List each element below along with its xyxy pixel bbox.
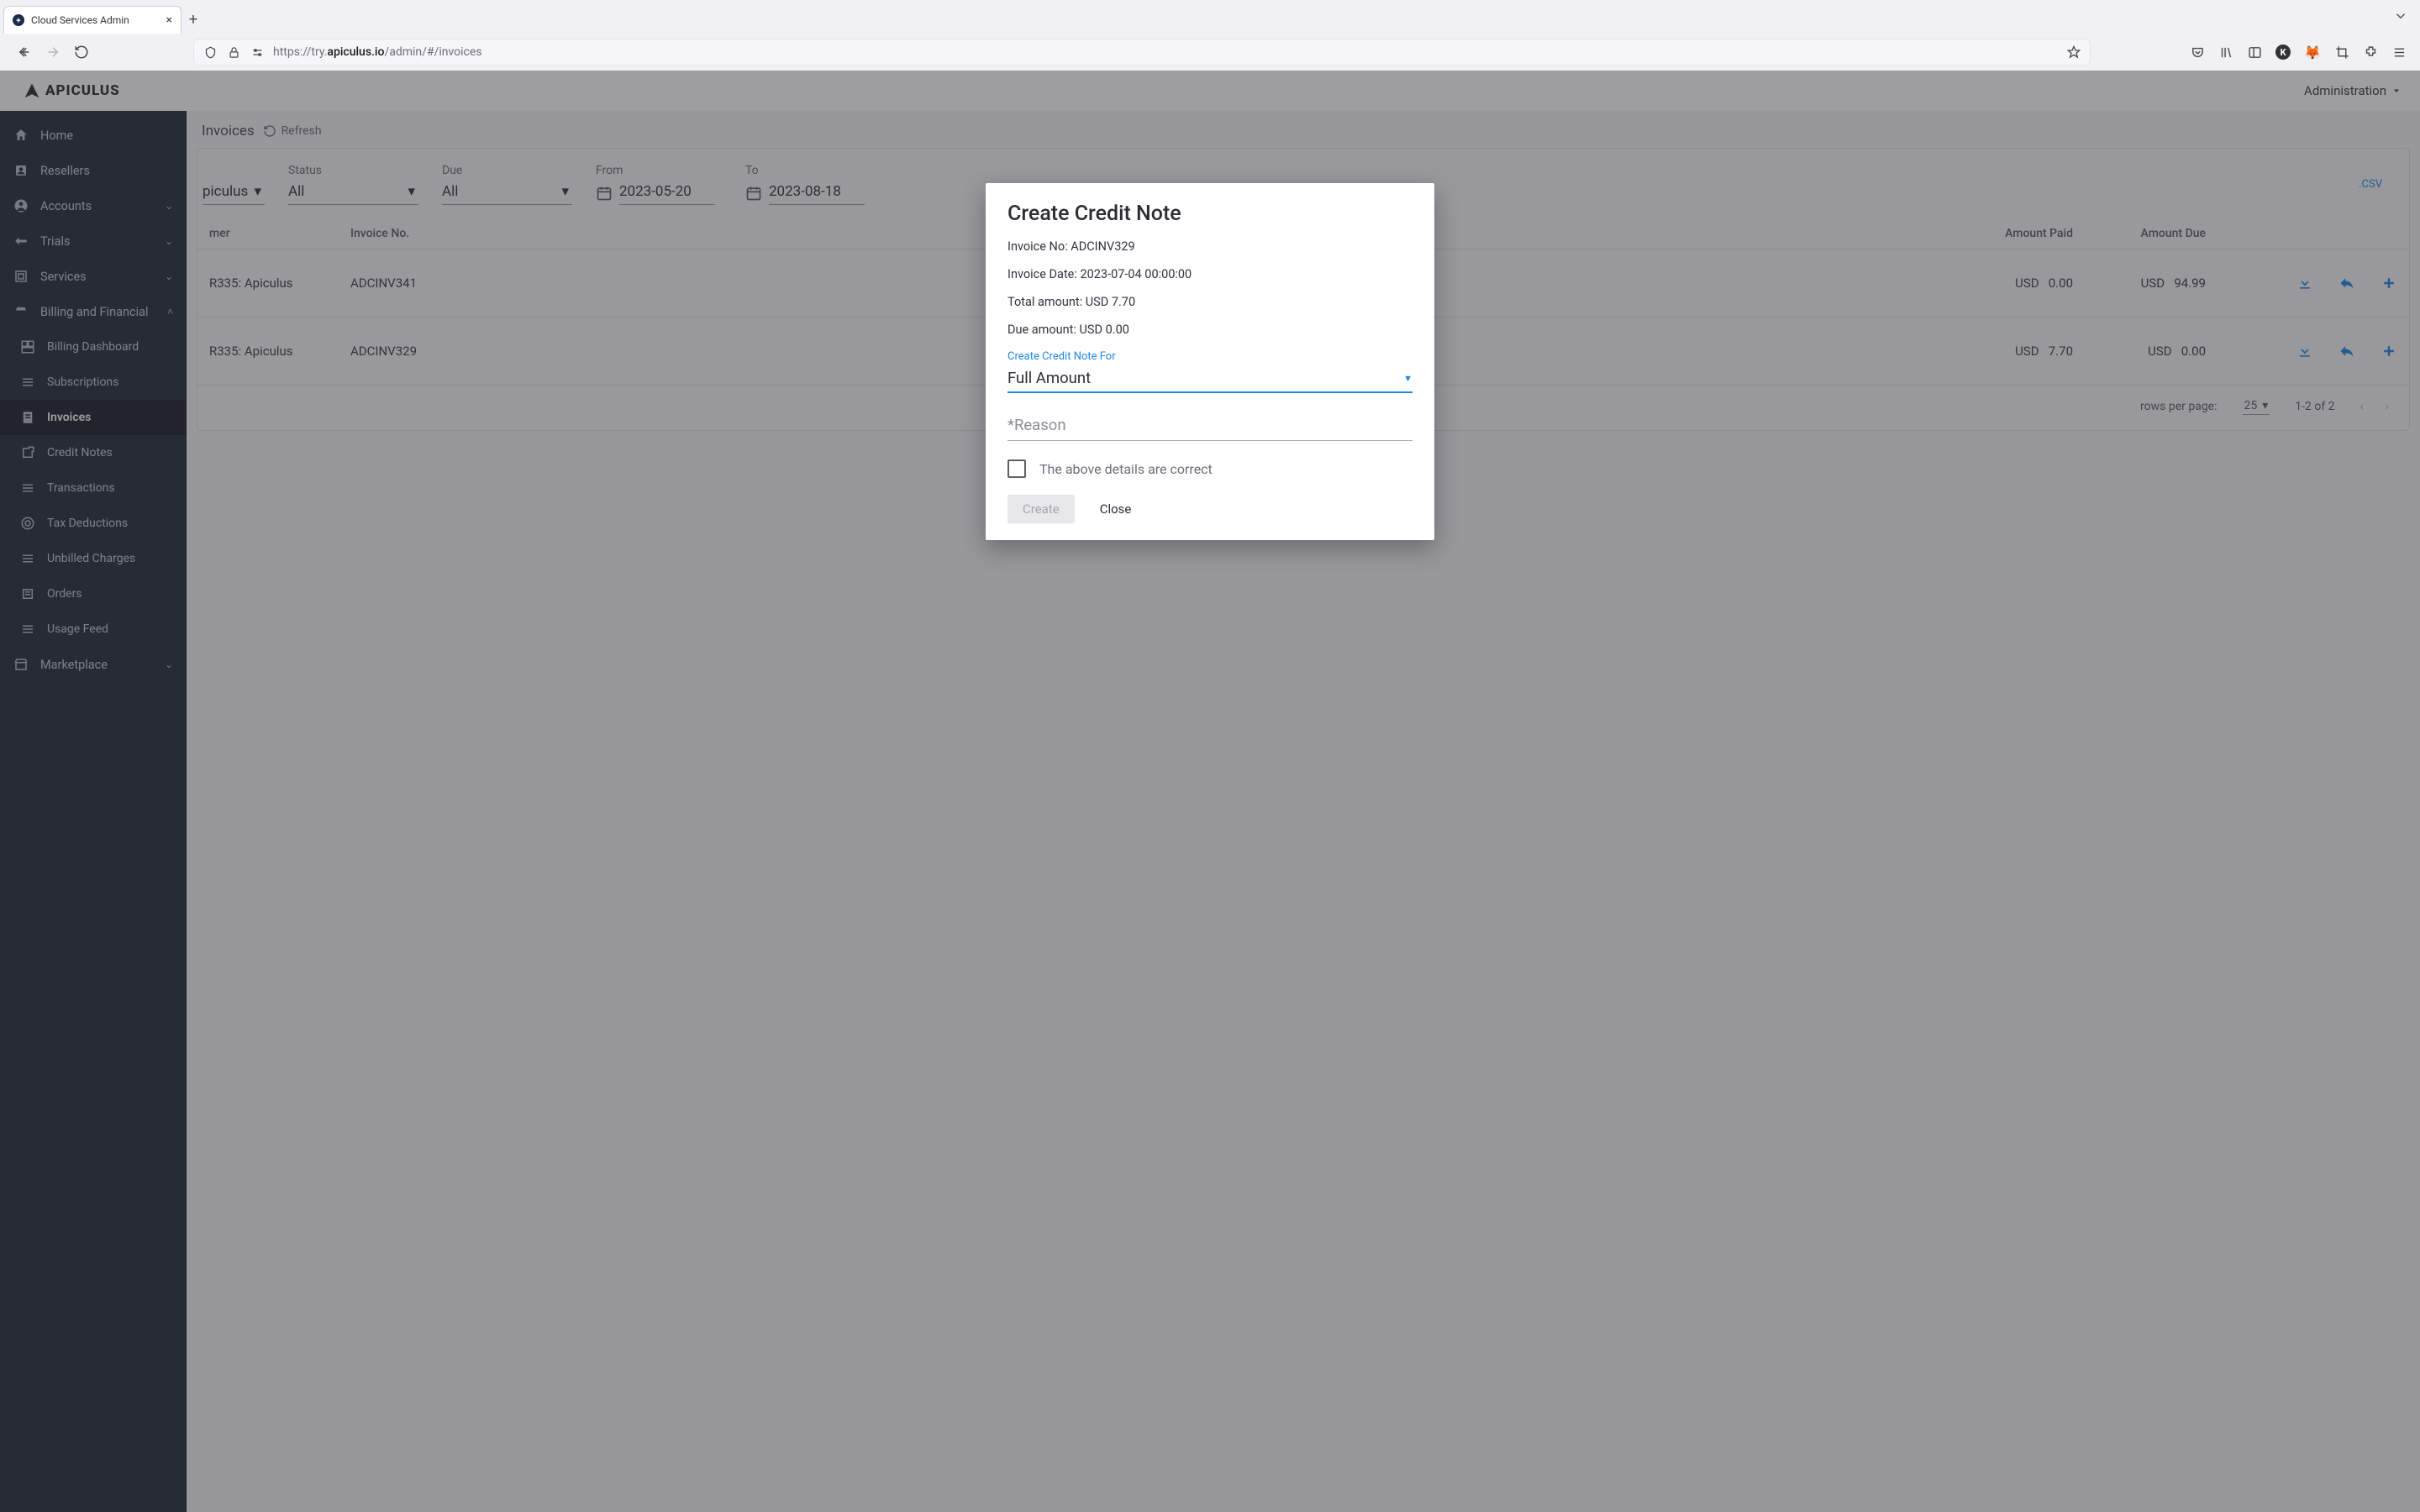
pocket-icon[interactable] — [2190, 45, 2205, 60]
nav-reload-icon[interactable] — [74, 45, 89, 60]
reason-placeholder: *Reason — [1007, 416, 1066, 434]
tabs-dropdown-icon[interactable] — [2393, 8, 2408, 24]
extension-crop-icon[interactable] — [2334, 45, 2349, 60]
tab-favicon-icon: ✦ — [13, 14, 24, 26]
create-credit-note-modal: Create Credit Note Invoice No: ADCINV329… — [986, 183, 1434, 540]
bookmark-icon[interactable] — [2066, 45, 2081, 60]
tab-title: Cloud Services Admin — [31, 14, 129, 26]
modal-due-amount: Due amount: USD 0.00 — [1007, 323, 1413, 337]
close-tab-icon[interactable]: × — [166, 14, 172, 26]
new-tab-button[interactable]: + — [182, 11, 205, 34]
lock-icon[interactable] — [226, 45, 241, 60]
create-button: Create — [1007, 495, 1075, 523]
extensions-icon[interactable] — [2363, 45, 2378, 60]
credit-note-for-value: Full Amount — [1007, 369, 1091, 387]
reason-input[interactable]: *Reason — [1007, 410, 1413, 441]
nav-back-icon[interactable] — [17, 45, 32, 60]
modal-invoice-no: Invoice No: ADCINV329 — [1007, 239, 1413, 254]
shield-icon[interactable] — [203, 45, 218, 60]
modal-title: Create Credit Note — [1007, 202, 1413, 226]
menu-icon[interactable] — [2391, 45, 2407, 60]
library-icon[interactable] — [2218, 45, 2233, 60]
close-button[interactable]: Close — [1090, 495, 1142, 523]
modal-total-amount: Total amount: USD 7.70 — [1007, 295, 1413, 309]
sidebar-toggle-icon[interactable] — [2247, 45, 2262, 60]
url-text: https://try.apiculus.io/admin/#/invoices — [273, 45, 482, 59]
chevron-down-icon: ▼ — [1403, 373, 1413, 384]
extension-k-icon[interactable]: K — [2275, 45, 2291, 60]
permissions-icon[interactable] — [250, 45, 265, 60]
modal-invoice-date: Invoice Date: 2023-07-04 00:00:00 — [1007, 267, 1413, 281]
modal-scrim[interactable]: Create Credit Note Invoice No: ADCINV329… — [0, 71, 2420, 1512]
nav-forward-icon — [45, 45, 60, 60]
extension-metamask-icon[interactable]: 🦊 — [2304, 45, 2321, 60]
credit-note-for-select[interactable]: Full Amount ▼ — [1007, 365, 1413, 393]
address-bar[interactable]: https://try.apiculus.io/admin/#/invoices — [193, 39, 2091, 66]
credit-note-for-label: Create Credit Note For — [1007, 350, 1413, 363]
browser-tab[interactable]: ✦ Cloud Services Admin × — [3, 6, 182, 34]
confirm-checkbox[interactable] — [1007, 459, 1026, 478]
confirm-label: The above details are correct — [1039, 461, 1213, 477]
